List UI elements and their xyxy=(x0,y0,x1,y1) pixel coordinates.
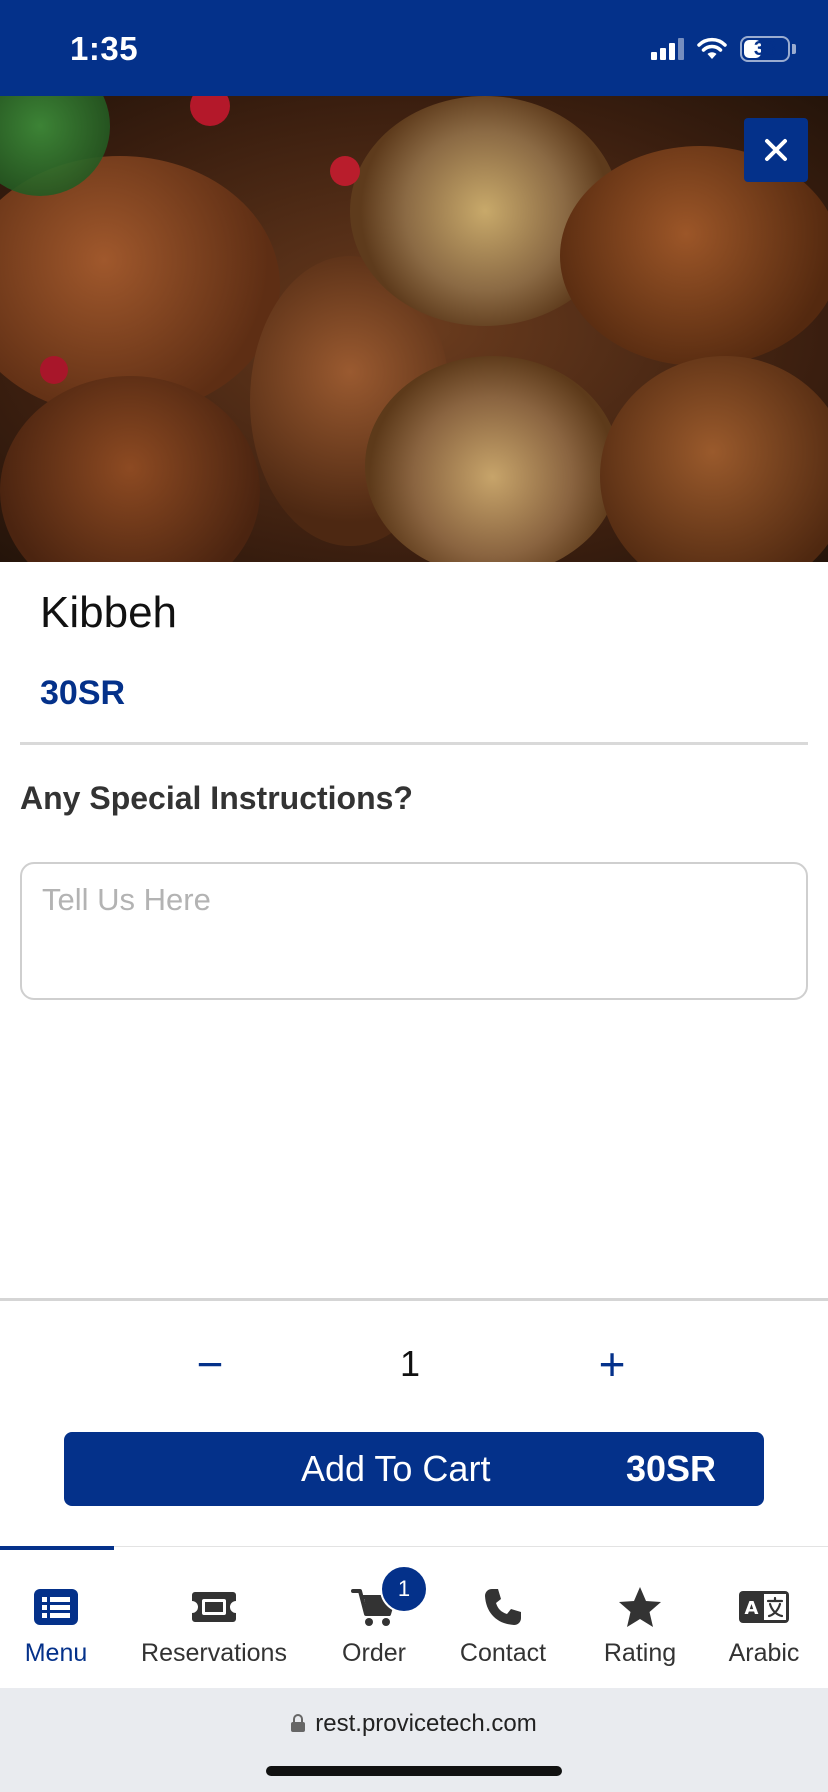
translate-icon: A xyxy=(739,1591,789,1623)
close-icon xyxy=(765,139,787,161)
tab-label: Arabic xyxy=(728,1639,800,1667)
tab-rating[interactable]: Rating xyxy=(590,1547,690,1689)
product-name: Kibbeh xyxy=(40,588,178,637)
quantity-stepper: − 1 + xyxy=(0,1336,828,1392)
tab-arabic[interactable]: A Arabic xyxy=(718,1547,810,1689)
tab-order[interactable]: Order 1 xyxy=(320,1547,428,1689)
lock-icon xyxy=(291,1713,306,1732)
status-bar: 1:35 38 xyxy=(0,0,828,96)
tab-reservations[interactable]: Reservations xyxy=(130,1547,298,1689)
product-price: 30SR xyxy=(40,674,126,712)
tab-label: Reservations xyxy=(141,1639,287,1667)
ticket-icon xyxy=(192,1592,236,1622)
battery-icon: 38 xyxy=(740,36,790,62)
wifi-icon xyxy=(697,37,727,59)
special-instructions-label: Any Special Instructions? xyxy=(20,780,413,816)
tab-label: Menu xyxy=(24,1639,88,1667)
tab-menu[interactable]: Menu xyxy=(0,1547,112,1689)
status-icons: 38 xyxy=(651,34,796,64)
add-to-cart-label: Add To Cart xyxy=(301,1448,491,1489)
decrease-quantity-button[interactable]: − xyxy=(190,1336,230,1392)
svg-text:A: A xyxy=(745,1598,759,1619)
quantity-value: 1 xyxy=(399,1343,421,1384)
list-icon xyxy=(34,1589,78,1625)
product-image xyxy=(0,96,828,562)
tab-label: Contact xyxy=(459,1639,547,1667)
close-button[interactable] xyxy=(744,118,808,182)
tab-bar: Menu Reservations Order 1 Contact Rating… xyxy=(0,1546,828,1688)
home-indicator xyxy=(266,1766,562,1776)
cart-count-badge: 1 xyxy=(380,1565,428,1613)
tab-contact[interactable]: Contact xyxy=(448,1547,558,1689)
add-to-cart-price: 30SR xyxy=(625,1448,716,1489)
special-instructions-input[interactable] xyxy=(20,862,808,1000)
tab-label: Rating xyxy=(603,1639,677,1667)
divider xyxy=(20,742,808,745)
battery-level: 38 xyxy=(753,37,777,60)
phone-icon xyxy=(485,1589,521,1625)
cellular-signal-icon xyxy=(651,38,684,60)
star-icon xyxy=(619,1587,661,1627)
tab-label: Order xyxy=(342,1639,406,1667)
increase-quantity-button[interactable]: + xyxy=(592,1336,632,1392)
url-text: rest.provicetech.com xyxy=(315,1710,537,1737)
browser-address-bar[interactable]: rest.provicetech.com xyxy=(0,1688,828,1792)
status-time: 1:35 xyxy=(70,30,139,67)
add-to-cart-button[interactable]: Add To Cart 30SR xyxy=(64,1432,764,1506)
